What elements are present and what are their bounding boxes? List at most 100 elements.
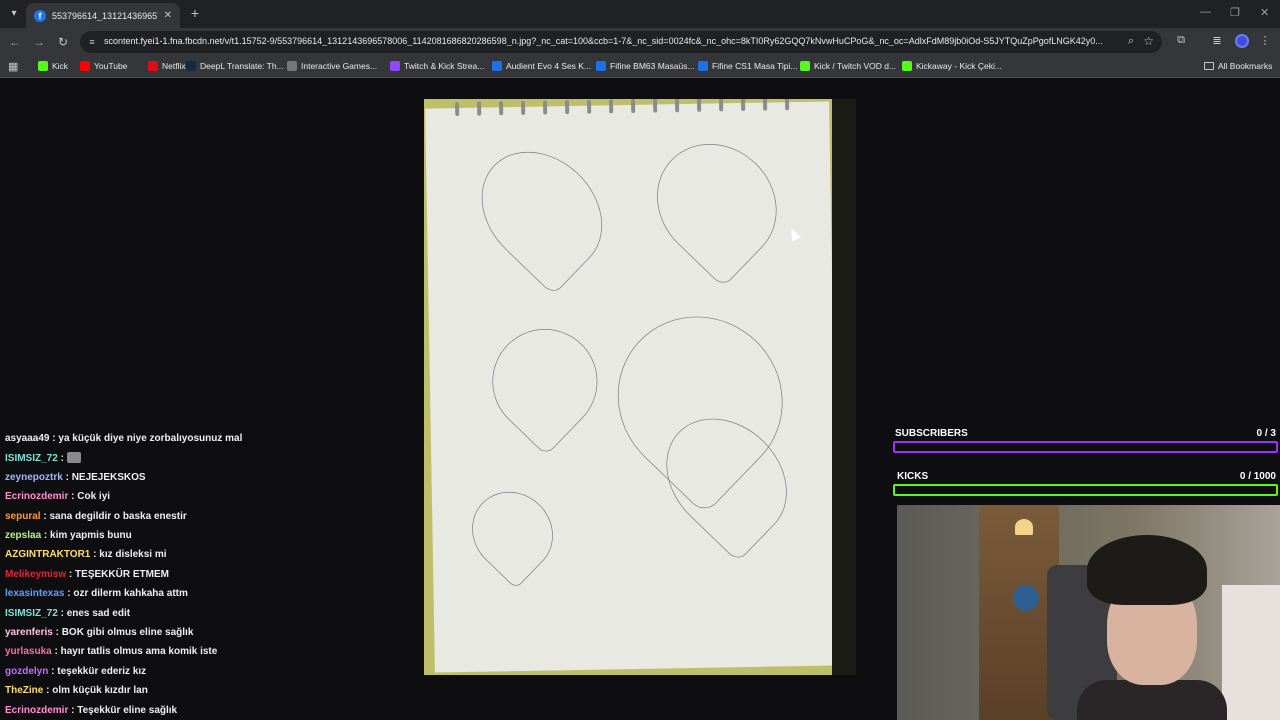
chat-text: Teşekkür eline sağlık [77,704,178,716]
chat-message: AZGINTRAKTOR1 : kız disleksi mi [5,549,167,560]
zoom-icon[interactable]: ⌕ [1128,35,1134,48]
bookmark-item[interactable]: Fifine CS1 Masa Tipi... [698,61,798,71]
notebook-photo[interactable] [424,99,856,675]
chat-text: enes sad edit [66,607,131,619]
chat-separator: : [43,685,53,697]
doodle-heart [470,307,620,456]
bookmark-item[interactable]: YouTube [80,61,127,71]
subscribers-goal-count: 0 / 3 [1180,428,1276,439]
bookmark-item[interactable]: Audient Evo 4 Ses K... [492,61,591,71]
subscribers-progress-bar [893,441,1278,453]
chat-text: ozr dilerm kahkaha attm [73,588,188,600]
bookmark-item[interactable]: DeepL Translate: Th... [186,61,284,71]
close-tab-icon[interactable]: ✕ [164,10,172,21]
chat-username[interactable]: ISIMSIZ_72 [5,453,58,464]
minimize-icon[interactable]: — [1200,6,1211,18]
chat-message: sepural : sana degildir o baska enestir [5,511,187,522]
apps-grid-icon[interactable]: ▦ [8,60,18,73]
spiral-ring [608,99,614,114]
bookmark-star-icon[interactable]: ☆ [1143,34,1154,48]
chat-text: sana degildir o baska enestir [49,510,187,522]
new-tab-icon[interactable]: + [186,4,204,22]
facebook-icon: f [34,9,46,22]
kicks-total: / 1000 [1248,471,1276,482]
chat-separator: : [51,646,61,658]
browser-toolbar: ← → ↻ ≡ scontent.fyei1-1.fna.fbcdn.net/v… [0,28,1280,56]
chat-username[interactable]: ISIMSIZ_72 [5,608,58,619]
bookmark-item[interactable]: Interactive Games... [287,61,377,71]
address-bar[interactable]: ≡ scontent.fyei1-1.fna.fbcdn.net/v/t1.15… [80,31,1162,53]
forward-icon[interactable]: → [30,33,48,51]
bookmark-label: Fifine BM63 Masaüs... [610,61,695,71]
chat-message: zepslaa : kim yapmis bunu [5,530,132,541]
site-info-icon[interactable]: ≡ [86,36,98,48]
spiral-ring [762,99,768,111]
doodle-heart [455,475,570,589]
menu-icon[interactable]: ⋮ [1257,34,1273,47]
chat-username[interactable]: TheZine [5,685,43,696]
bookmark-item[interactable]: Kick / Twitch VOD d... [800,61,896,71]
bookmark-favicon-icon [148,61,158,71]
chat-username[interactable]: zeynepoztrk [5,472,63,483]
chat-message: TheZine : olm küçük kızdır lan [5,685,148,696]
spiral-ring [696,99,702,112]
extensions-icon[interactable]: ⧉ [1173,34,1189,47]
url-text[interactable]: scontent.fyei1-1.fna.fbcdn.net/v/t1.1575… [104,36,1114,46]
profile-avatar[interactable] [1235,34,1249,48]
chat-separator: : [57,607,67,619]
chat-username[interactable]: lexasintexas [5,588,65,599]
photo-shadow [832,99,856,675]
kicks-goal-label: KICKS [897,471,929,482]
back-icon[interactable]: ← [6,33,24,51]
subscribers-current: 0 [1256,428,1263,439]
bookmark-item[interactable]: Kickaway - Kick Çeki... [902,61,1002,71]
chat-username[interactable]: AZGINTRAKTOR1 [5,549,90,560]
doodle-heart [457,127,627,296]
chat-text: ya küçük diye niye zorbalıyosunuz mal [58,433,243,444]
reload-icon[interactable]: ↻ [54,33,72,51]
chat-message: Ecrinozdemir : Cok iyi [5,491,110,502]
spiral-ring [630,99,636,113]
chat-text: kız disleksi mi [99,549,167,561]
chat-separator: : [41,530,51,541]
chat-text: NEJEJEKSKOS [71,471,146,483]
chat-separator: : [48,665,58,677]
chat-username[interactable]: zepslaa [5,530,41,541]
chat-separator: : [68,704,78,716]
webcam-bed [1222,585,1280,720]
chat-username[interactable]: Melikeymisw [5,569,66,580]
bookmark-item[interactable]: Netflix [148,61,186,71]
chat-username[interactable]: yurlasuka [5,646,52,657]
bookmark-item[interactable]: Fifine BM63 Masaüs... [596,61,695,71]
chat-username[interactable]: asyaaa49 [5,433,50,444]
spiral-ring [476,101,482,116]
chat-username[interactable]: gozdelyn [5,666,48,677]
media-controls-icon[interactable]: ≣ [1209,34,1225,47]
bookmark-favicon-icon [800,61,810,71]
chat-text: olm küçük kızdır lan [52,685,148,697]
webcam-lamp [1015,519,1033,535]
chat-username[interactable]: Ecrinozdemir [5,705,68,716]
chat-separator: : [52,627,62,638]
chat-text: BOK gibi olmus eline sağlık [61,627,194,638]
bookmark-label: Kick / Twitch VOD d... [814,61,897,71]
close-window-icon[interactable]: ✕ [1260,6,1269,19]
spiral-ring [542,100,548,115]
bookmark-item[interactable]: Kick [38,61,68,71]
chat-text: kim yapmis bunu [50,530,132,541]
restore-icon[interactable]: ❐ [1230,6,1240,19]
tab-search-icon[interactable]: ▾ [4,4,24,24]
bookmark-favicon-icon [186,61,196,71]
chat-username[interactable]: yarenferis [5,627,53,638]
browser-tab[interactable]: f 553796614_1312143696578006 ✕ [26,3,180,28]
bookmark-favicon-icon [902,61,912,71]
chat-username[interactable]: sepural [5,511,41,522]
bookmark-item[interactable]: Twitch & Kick Strea... [390,61,484,71]
kicks-progress-bar [893,484,1278,496]
spiral-ring [740,99,746,112]
chat-message: ISIMSIZ_72 : [5,452,81,464]
chat-username[interactable]: Ecrinozdemir [5,491,68,502]
all-bookmarks-button[interactable]: All Bookmarks [1204,61,1272,71]
bookmark-label: Fifine CS1 Masa Tipi... [712,61,798,71]
chat-message: yarenferis : BOK gibi olmus eline sağlık [5,627,193,638]
